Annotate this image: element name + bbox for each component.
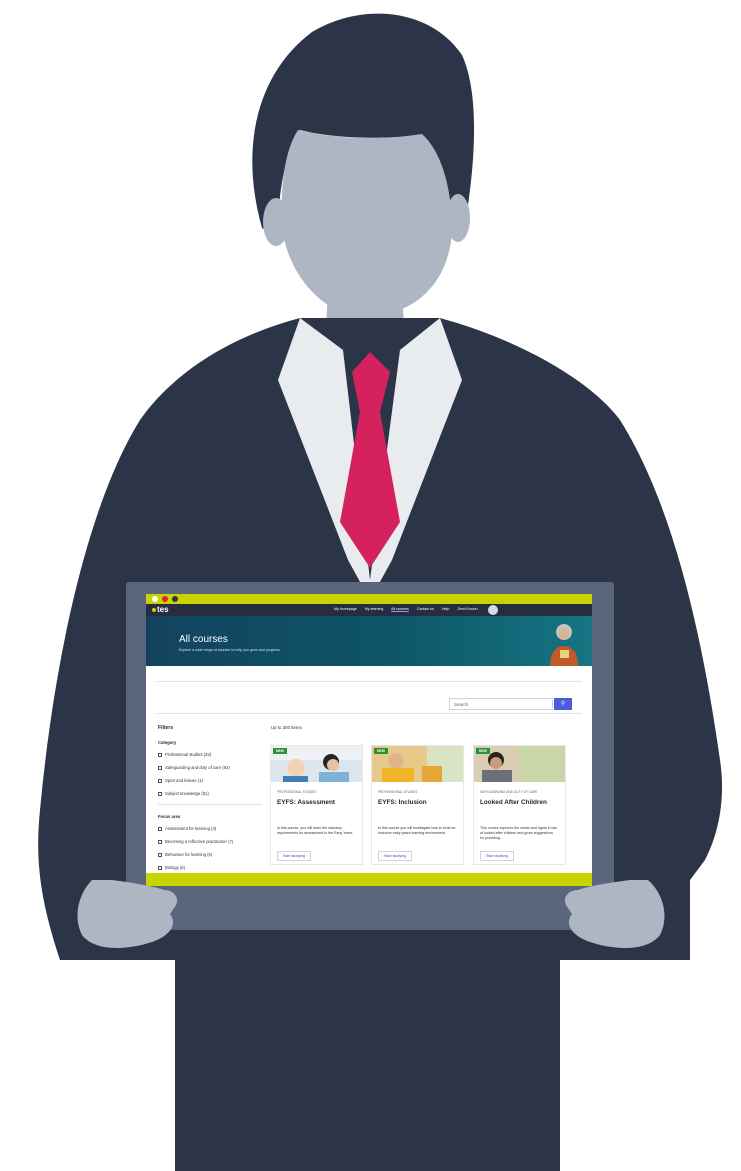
bottom-accent-bar <box>146 873 592 886</box>
logo-dot-icon <box>152 607 156 612</box>
tes-logo[interactable]: tes <box>152 605 169 614</box>
filter-option-label: Safeguarding and duty of care (92) <box>165 765 230 770</box>
checkbox[interactable] <box>158 852 162 857</box>
divider-search <box>156 713 582 714</box>
nav-links: My homepage My learning All courses Cont… <box>334 607 485 612</box>
search-input[interactable]: Search <box>449 698 553 710</box>
course-category: PROFESSIONAL STUDIES <box>378 790 418 794</box>
search-icon: ⚲ <box>560 701 566 707</box>
filter-option-label: Behaviour for learning (5) <box>165 852 213 857</box>
logo-text: tes <box>157 605 169 614</box>
filter-option-label: Subject knowledge (51) <box>165 791 209 796</box>
browser-chrome-bar <box>146 594 592 604</box>
filter-option-label: Biology (6) <box>165 865 186 870</box>
window-dot-white[interactable] <box>152 596 158 602</box>
nav-my-learning[interactable]: My learning <box>365 607 384 611</box>
divider-filters <box>158 804 262 805</box>
course-category: SAFEGUARDING AND DUTY OF CARE <box>480 790 538 794</box>
checkbox[interactable] <box>158 865 162 870</box>
nav-my-homepage[interactable]: My homepage <box>334 607 357 611</box>
course-card[interactable]: NEW SAFEGUARDING AND DUTY OF CARE Looked… <box>473 745 566 865</box>
page-subtitle: Explore a wide range of courses to help … <box>179 648 281 652</box>
filters-title: Filters <box>158 725 174 731</box>
nav-user-name[interactable]: Zeed Konsel <box>457 607 477 611</box>
filter-option-label: Becoming a reflective practitioner (7) <box>165 839 234 844</box>
filter-heading-focus-area: Focus area <box>158 814 181 819</box>
filter-option[interactable]: Biology (6) <box>158 865 185 870</box>
course-description: This course explores the needs and right… <box>480 826 557 840</box>
nav-all-courses[interactable]: All courses <box>391 607 409 612</box>
start-studying-button[interactable]: Start studying <box>480 851 514 861</box>
start-studying-button[interactable]: Start studying <box>277 851 311 861</box>
top-navigation: tes My homepage My learning All courses … <box>146 604 592 616</box>
course-title[interactable]: EYFS: Assessment <box>277 799 335 806</box>
illustration <box>38 13 723 1171</box>
course-card[interactable]: NEW PROFESSIONAL STUDIES EYFS: Assessmen… <box>270 745 363 865</box>
results-count: Up to 300 items <box>271 725 302 730</box>
new-badge: NEW <box>273 748 287 754</box>
checkbox[interactable] <box>158 765 162 770</box>
filter-option[interactable]: Safeguarding and duty of care (92) <box>158 765 230 770</box>
filter-option[interactable]: Assessment for learning (4) <box>158 826 216 831</box>
filter-option-label: Sport and leisure (1) <box>165 778 203 783</box>
hero-person-image <box>550 624 578 666</box>
filter-option[interactable]: Becoming a reflective practitioner (7) <box>158 839 233 844</box>
checkbox[interactable] <box>158 791 162 796</box>
checkbox[interactable] <box>158 826 162 831</box>
divider-top <box>156 681 582 682</box>
course-title[interactable]: EYFS: Inclusion <box>378 799 427 806</box>
new-badge: NEW <box>476 748 490 754</box>
start-studying-button[interactable]: Start studying <box>378 851 412 861</box>
window-dot-dark[interactable] <box>172 596 178 602</box>
course-title[interactable]: Looked After Children <box>480 799 547 806</box>
checkbox[interactable] <box>158 839 162 844</box>
course-category: PROFESSIONAL STUDIES <box>277 790 317 794</box>
window-dot-red[interactable] <box>162 596 168 602</box>
course-card[interactable]: NEW PROFESSIONAL STUDIES EYFS: Inclusion… <box>371 745 464 865</box>
checkbox[interactable] <box>158 752 162 757</box>
search-button[interactable]: ⚲ <box>554 698 572 710</box>
filter-heading-category: Category <box>158 740 177 745</box>
filter-option[interactable]: Sport and leisure (1) <box>158 778 203 783</box>
filter-option[interactable]: Subject knowledge (51) <box>158 791 209 796</box>
course-description: In this course, you will learn the statu… <box>277 826 354 835</box>
course-description: In this course you will investigate how … <box>378 826 456 835</box>
checkbox[interactable] <box>158 778 162 783</box>
hero-banner: All courses Explore a wide range of cour… <box>146 616 592 666</box>
laptop-screen: tes My homepage My learning All courses … <box>146 594 592 886</box>
nav-help[interactable]: Help <box>442 607 449 611</box>
nav-contact-us[interactable]: Contact us <box>417 607 434 611</box>
filter-option-label: Assessment for learning (4) <box>165 826 217 831</box>
filter-option[interactable]: Behaviour for learning (5) <box>158 852 212 857</box>
filter-option-label: Professional studies (33) <box>165 752 212 757</box>
new-badge: NEW <box>374 748 388 754</box>
laptop-base <box>102 913 642 930</box>
filter-option[interactable]: Professional studies (33) <box>158 752 211 757</box>
page-title: All courses <box>179 634 228 645</box>
user-avatar[interactable] <box>488 605 498 615</box>
